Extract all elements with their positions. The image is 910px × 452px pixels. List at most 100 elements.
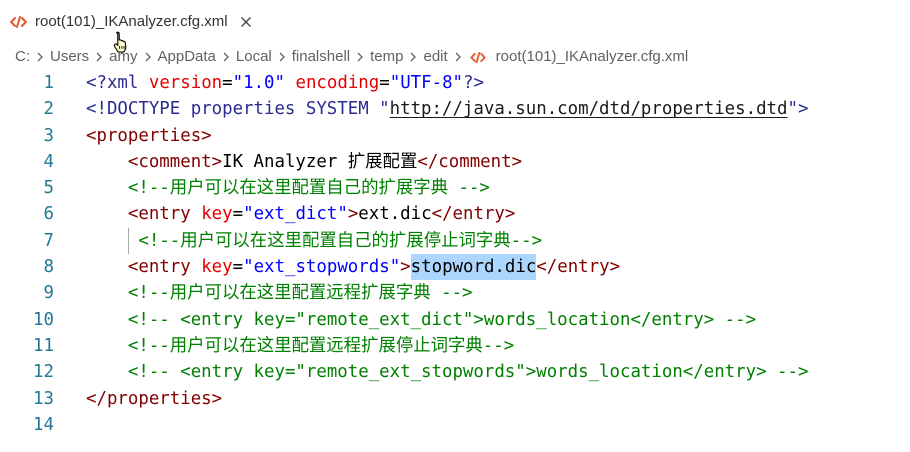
code-line[interactable]: 2 <!DOCTYPE properties SYSTEM "http://jav… [0, 96, 910, 122]
code-line[interactable]: 4 <comment>IK Analyzer 扩展配置</comment> [0, 149, 910, 175]
code-token: = [222, 73, 233, 93]
code-line[interactable]: 12 <!-- <entry key="remote_ext_stopwords… [0, 359, 910, 385]
tab-bar: root(101)_IKAnalyzer.cfg.xml [0, 0, 910, 44]
line-number: 10 [33, 309, 54, 330]
code-token: <!--用户可以在这里配置远程扩展停止词字典--> [127, 335, 515, 356]
selected-text: stopword.dic [410, 254, 537, 280]
code-token: encoding [295, 73, 380, 93]
code-token: "1.0" [232, 73, 285, 93]
code-token: </entry> [536, 257, 621, 278]
code-token: <!DOCTYPE properties SYSTEM " [86, 99, 390, 120]
code-line[interactable]: 5 <!--用户可以在这里配置自己的扩展字典 --> [0, 175, 910, 201]
xml-file-icon [470, 51, 486, 63]
line-content[interactable]: <!-- <entry key="remote_ext_stopwords">w… [86, 359, 809, 385]
line-content[interactable]: <!--用户可以在这里配置自己的扩展停止词字典--> [86, 228, 542, 254]
line-number: 9 [43, 283, 54, 304]
code-line[interactable]: 8 <entry key="ext_stopwords">stopword.di… [0, 254, 910, 280]
code-token: <!--用户可以在这里配置自己的扩展停止词字典--> [138, 230, 543, 251]
code-line[interactable]: 1 <?xml version="1.0" encoding="UTF-8"?> [0, 70, 910, 96]
code-token: </properties> [86, 388, 223, 409]
line-number: 7 [43, 230, 54, 251]
code-token: <!-- <entry key="remote_ext_stopwords">w… [127, 362, 809, 383]
code-line[interactable]: 9 <!--用户可以在这里配置远程扩展字典 --> [0, 280, 910, 306]
line-content[interactable]: <!-- <entry key="remote_ext_dict">words_… [86, 307, 756, 333]
indent-guide [86, 231, 138, 251]
code-token: <comment> [127, 151, 223, 172]
chevron-right-icon [138, 44, 158, 70]
line-number: 4 [43, 151, 54, 172]
line-content[interactable]: <?xml version="1.0" encoding="UTF-8"?> [86, 70, 484, 96]
line-number: 3 [43, 125, 54, 146]
code-token: <!--用户可以在这里配置自己的扩展字典 --> [127, 178, 490, 199]
code-token: = [379, 73, 390, 93]
line-content[interactable]: <!--用户可以在这里配置远程扩展停止词字典--> [86, 333, 514, 359]
chevron-right-icon [272, 44, 292, 70]
line-content[interactable]: </properties> [86, 386, 222, 412]
breadcrumb-item[interactable]: C: [15, 44, 30, 70]
code-line[interactable]: 13 </properties> [0, 386, 910, 412]
line-content[interactable]: <properties> [86, 123, 212, 149]
line-content[interactable]: <!--用户可以在这里配置自己的扩展字典 --> [86, 175, 490, 201]
breadcrumb-item[interactable]: amy [109, 44, 137, 70]
code-token: "UTF-8" [389, 73, 464, 93]
breadcrumb-item[interactable]: AppData [158, 44, 216, 70]
code-token: > [347, 204, 359, 225]
code-line[interactable]: 14 [0, 412, 910, 438]
breadcrumb-item[interactable]: finalshell [292, 44, 350, 70]
code-token: > [400, 257, 411, 278]
code-token: version [148, 73, 223, 93]
line-content[interactable]: <!DOCTYPE properties SYSTEM "http://java… [86, 96, 808, 122]
line-number: 12 [33, 362, 54, 383]
xml-file-icon [10, 16, 27, 28]
code-token: = [232, 257, 244, 278]
breadcrumb: C: Users amy AppData Local finalshell temp edit… [15, 44, 688, 70]
chevron-right-icon [30, 44, 50, 70]
line-content[interactable]: <entry key="ext_stopwords">stopword.dic<… [86, 254, 620, 280]
breadcrumb-item[interactable]: edit [423, 44, 447, 70]
breadcrumb-item[interactable]: Users [50, 44, 89, 70]
tab-title: root(101)_IKAnalyzer.cfg.xml [35, 13, 228, 30]
code-line[interactable]: 10 <!-- <entry key="remote_ext_dict">wor… [0, 307, 910, 333]
chevron-right-icon [216, 44, 236, 70]
code-token: <properties> [86, 125, 212, 146]
line-number: 2 [43, 99, 54, 120]
code-line[interactable]: 6 <entry key="ext_dict">ext.dic</entry> [0, 201, 910, 227]
code-token: <!--用户可以在这里配置远程扩展字典 --> [127, 283, 473, 304]
chevron-right-icon [448, 44, 468, 70]
code-token: "ext_stopwords" [243, 257, 401, 278]
chevron-right-icon [89, 44, 109, 70]
line-content[interactable]: <entry key="ext_dict">ext.dic</entry> [86, 201, 515, 227]
breadcrumb-file[interactable]: root(101)_IKAnalyzer.cfg.xml [468, 44, 688, 70]
editor-tab[interactable]: root(101)_IKAnalyzer.cfg.xml [0, 0, 268, 44]
code-line[interactable]: 3 <properties> [0, 123, 910, 149]
breadcrumb-item[interactable]: temp [370, 44, 403, 70]
code-line[interactable]: 7 <!--用户可以在这里配置自己的扩展停止词字典--> [0, 228, 910, 254]
code-token: </comment> [417, 151, 523, 172]
code-token: = [232, 204, 244, 225]
code-token: ?> [463, 73, 484, 93]
line-number: 6 [43, 204, 54, 225]
line-content[interactable]: <comment>IK Analyzer 扩展配置</comment> [86, 149, 522, 175]
code-token: <!-- <entry key="remote_ext_dict">words_… [127, 309, 757, 330]
breadcrumb-item[interactable]: Local [236, 44, 272, 70]
code-editor[interactable]: 1 <?xml version="1.0" encoding="UTF-8"?> 2… [0, 70, 910, 452]
close-icon[interactable] [240, 16, 252, 28]
line-content[interactable]: <!--用户可以在这里配置远程扩展字典 --> [86, 280, 473, 306]
chevron-right-icon [350, 44, 370, 70]
line-number: 14 [33, 414, 54, 435]
line-number: 8 [43, 257, 54, 278]
code-line[interactable]: 11 <!--用户可以在这里配置远程扩展停止词字典--> [0, 333, 910, 359]
line-number: 13 [33, 388, 54, 409]
code-token: </entry> [431, 204, 516, 225]
